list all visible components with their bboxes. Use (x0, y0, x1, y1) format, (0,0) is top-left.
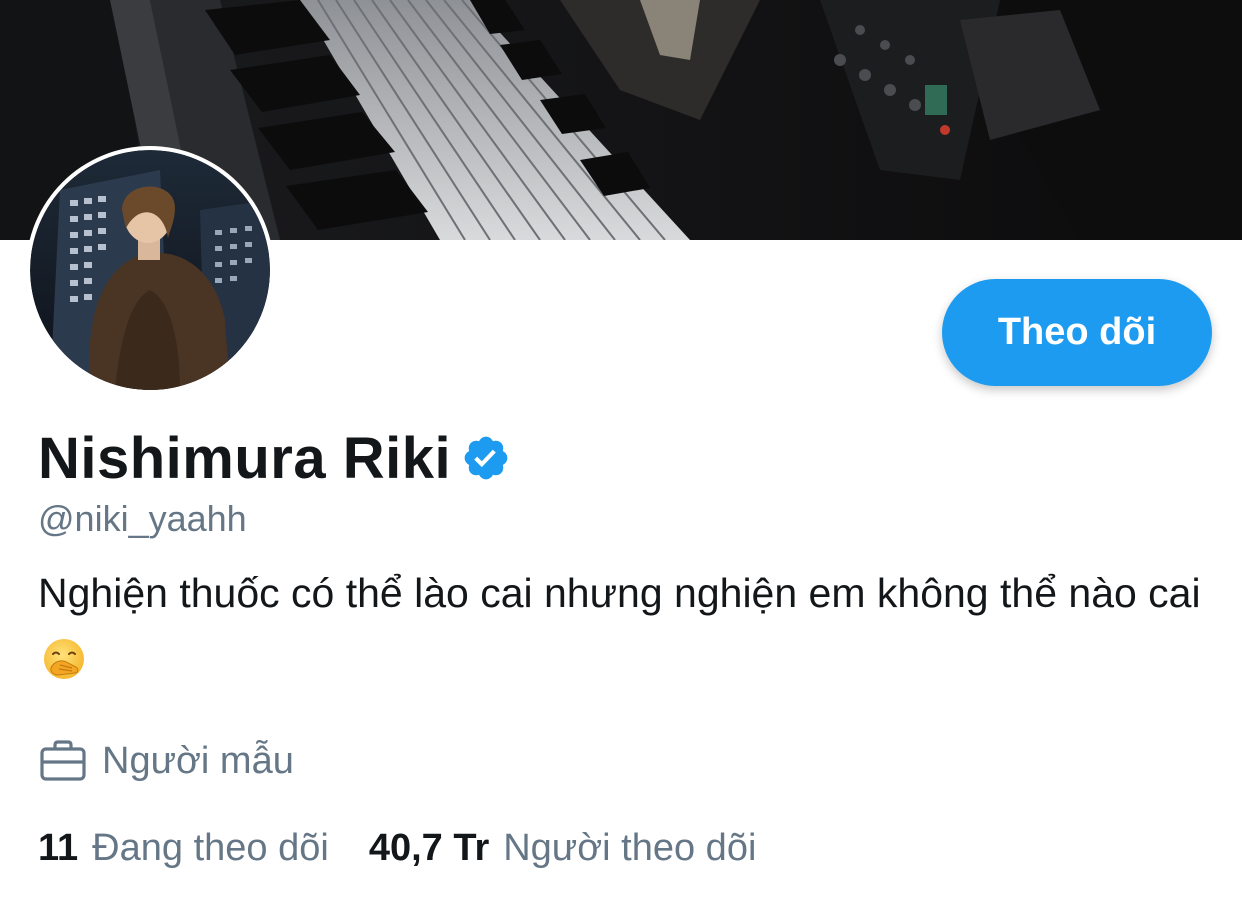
follow-stats: 11 Đang theo dõi 40,7 Tr Người theo dõi (38, 820, 756, 876)
user-handle: @niki_yaahh (38, 498, 247, 539)
followers-count: 40,7 Tr (368, 826, 490, 869)
avatar[interactable] (26, 146, 274, 394)
display-name: Nishimura Riki (38, 425, 452, 491)
followers-label: Người theo dõi (503, 826, 757, 869)
bio-text: Nghiện thuốc có thể lào cai nhưng nghiện… (38, 570, 1201, 616)
profile-name-row: Nishimura Riki (38, 420, 511, 496)
follow-button[interactable]: Theo dõi (942, 279, 1212, 386)
verified-badge-icon (461, 433, 511, 483)
profile-page: Theo dõi Nishimura Riki @niki_yaahh Nghi… (0, 0, 1242, 904)
profile-bio: Nghiện thuốc có thể lào cai nhưng nghiện… (38, 560, 1208, 692)
following-stat[interactable]: 11 Đang theo dõi (38, 827, 329, 870)
briefcase-icon (38, 736, 88, 786)
following-label: Đang theo dõi (92, 826, 329, 869)
followers-stat[interactable]: 40,7 Tr Người theo dõi (369, 827, 757, 870)
face-with-hand-over-mouth-icon (42, 637, 86, 681)
profession-text: Người mẫu (102, 739, 294, 782)
profession-row: Người mẫu (38, 734, 294, 788)
following-count: 11 (38, 826, 79, 869)
